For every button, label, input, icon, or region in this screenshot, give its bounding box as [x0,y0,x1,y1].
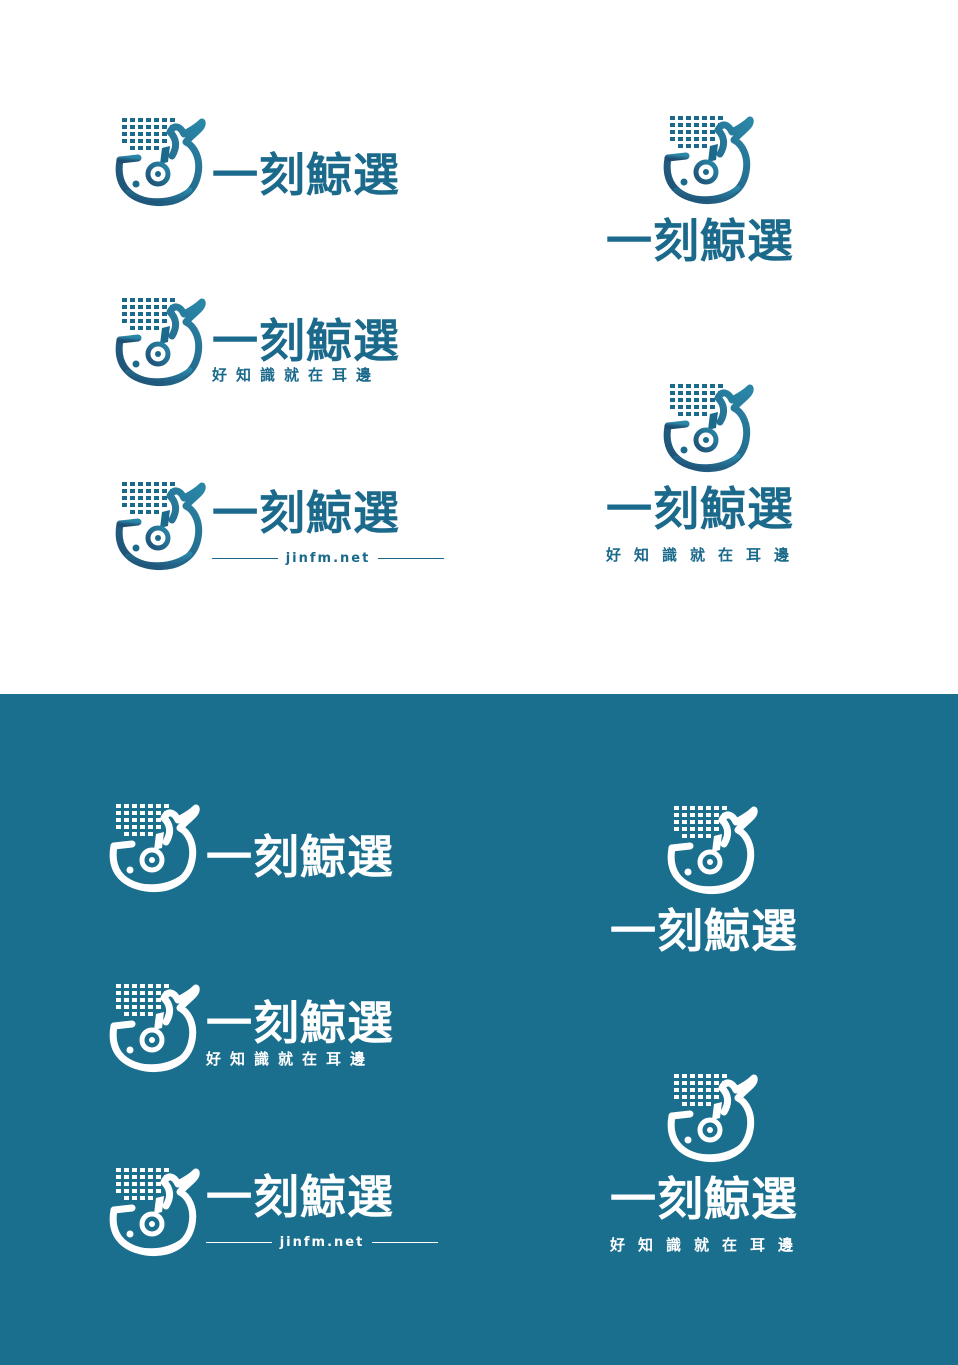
whale-with-headphones-icon [667,806,758,895]
whale-with-headphones-icon [109,1168,200,1257]
brand-wordmark: 一刻鯨選 [206,996,394,1050]
brand-wordmark: 一刻鯨選 [606,482,794,536]
brand-wordmark: 一刻鯨選 [206,1170,394,1224]
logo-stacked-slogan-dark: 一刻鯨選 好知識就在耳邊 [604,1068,824,1268]
logo-stacked-dark: 一刻鯨選 [604,800,824,970]
whale-with-headphones-icon [115,118,206,207]
divider-line [212,558,278,559]
brand-url-row: jinfm.net [212,552,444,565]
logo-horizontal-slogan-light: 一刻鯨選 好知識就在耳邊 [112,292,452,392]
whale-with-headphones-icon [663,384,754,473]
brand-slogan: 好知識就在耳邊 [206,1050,375,1068]
logo-horizontal-light: 一刻鯨選 [112,112,452,212]
sound-bars-icon [116,1168,169,1200]
sound-bars-icon [116,984,169,1016]
whale-with-headphones-icon [667,1074,758,1163]
dark-background-panel: 一刻鯨選 一刻鯨選 好知識就在耳邊 一刻鯨選 jinfm.net 一刻鯨選 一刻… [0,694,958,1365]
brand-slogan: 好知識就在耳邊 [606,546,803,564]
sound-bars-icon [122,298,175,330]
logo-horizontal-dark: 一刻鯨選 [106,798,446,898]
sound-bars-icon [122,118,175,150]
logo-horizontal-slogan-dark: 一刻鯨選 好知識就在耳邊 [106,978,446,1078]
sound-bars-icon [674,806,727,838]
sound-bars-icon [670,116,723,148]
brand-wordmark: 一刻鯨選 [212,314,400,368]
whale-with-headphones-icon [115,482,206,571]
brand-url: jinfm.net [279,1235,365,1250]
logo-stacked-light: 一刻鯨選 [600,110,820,280]
light-background-panel: 一刻鯨選 一刻鯨選 好知識就在耳邊 一刻鯨選 jinfm.net 一刻鯨選 一刻… [0,0,958,694]
brand-wordmark: 一刻鯨選 [610,1172,798,1226]
brand-wordmark: 一刻鯨選 [206,830,394,884]
brand-slogan: 好知識就在耳邊 [610,1236,807,1254]
divider-line [378,558,444,559]
brand-wordmark: 一刻鯨選 [212,148,400,202]
logo-horizontal-url-dark: 一刻鯨選 jinfm.net [106,1162,446,1262]
whale-with-headphones-icon [115,298,206,387]
sound-bars-icon [674,1074,727,1106]
whale-with-headphones-icon [109,804,200,893]
whale-with-headphones-icon [109,984,200,1073]
brand-wordmark: 一刻鯨選 [606,214,794,268]
logo-horizontal-url-light: 一刻鯨選 jinfm.net [112,476,452,576]
brand-wordmark: 一刻鯨選 [212,486,400,540]
brand-url: jinfm.net [285,551,371,566]
brand-wordmark: 一刻鯨選 [610,904,798,958]
sound-bars-icon [670,384,723,416]
sound-bars-icon [122,482,175,514]
divider-line [372,1242,438,1243]
brand-slogan: 好知識就在耳邊 [212,366,381,384]
logo-stacked-slogan-light: 一刻鯨選 好知識就在耳邊 [600,378,820,578]
whale-with-headphones-icon [663,116,754,205]
divider-line [206,1242,272,1243]
sound-bars-icon [116,804,169,836]
brand-url-row: jinfm.net [206,1236,438,1249]
